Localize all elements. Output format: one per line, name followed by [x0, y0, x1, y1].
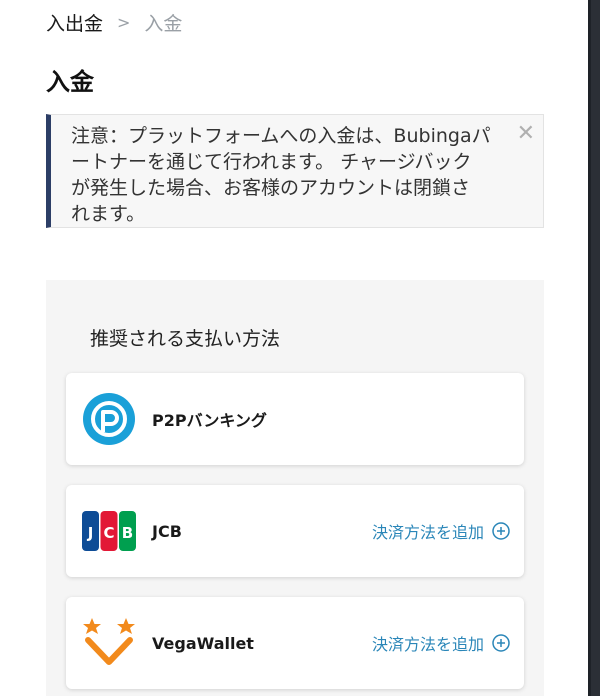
add-payment-method-button[interactable]: 決済方法を追加	[372, 631, 510, 655]
add-payment-method-label: 決済方法を追加	[371, 635, 484, 654]
svg-text:C: C	[103, 524, 114, 542]
notice-text-line-2: ートナーを通じて行われます。 チャージバック	[71, 151, 472, 173]
notice-text-line-3: が発生した場合、お客様のアカウントは閉鎖さ	[71, 177, 471, 199]
window-edge-scrollbar[interactable]	[588, 0, 600, 696]
close-icon[interactable]: ✕	[517, 123, 535, 145]
add-payment-method-button[interactable]: 決済方法を追加	[372, 519, 510, 543]
deposit-page: 入出金 > 入金 入金 注意：プラットフォームへの入金は、Bubingaパ ート…	[0, 0, 600, 696]
breadcrumb-home-link[interactable]: 入出金	[46, 9, 103, 36]
payment-method-name: P2Pバンキング	[152, 411, 267, 430]
vegawallet-logo-icon	[82, 616, 136, 670]
notice-text-line-1: 注意：プラットフォームへの入金は、Bubingaパ	[71, 125, 491, 147]
jcb-logo-icon: J C B	[82, 504, 136, 558]
p2p-logo-icon	[82, 392, 136, 446]
payment-method-jcb[interactable]: J C B JCB 決済方法を追加	[66, 485, 524, 577]
plus-circle-icon	[492, 522, 510, 540]
page-title: 入金	[46, 68, 94, 96]
svg-text:B: B	[122, 524, 133, 542]
breadcrumb-separator: >	[117, 12, 131, 32]
payment-methods-heading: 推奨される支払い方法	[90, 328, 281, 350]
add-payment-method-label: 決済方法を追加	[371, 523, 484, 542]
svg-text:J: J	[87, 524, 94, 542]
payment-method-vegawallet[interactable]: VegaWallet 決済方法を追加	[66, 597, 524, 689]
plus-circle-icon	[492, 634, 510, 652]
notice-text-line-4: れます。	[71, 203, 146, 225]
payment-methods-panel: 推奨される支払い方法 P2Pバンキング J C B JCB 決済方法を追加 Ve…	[46, 280, 544, 696]
payment-method-name: JCB	[152, 521, 182, 541]
deposit-notice: 注意：プラットフォームへの入金は、Bubingaパ ートナーを通じて行われます。…	[46, 114, 544, 228]
scrollbar-track	[588, 0, 591, 696]
breadcrumb-current: 入金	[144, 12, 183, 35]
payment-method-p2p-banking[interactable]: P2Pバンキング	[66, 373, 524, 465]
payment-method-name: VegaWallet	[152, 633, 254, 653]
breadcrumb: 入出金 > 入金	[46, 8, 182, 36]
